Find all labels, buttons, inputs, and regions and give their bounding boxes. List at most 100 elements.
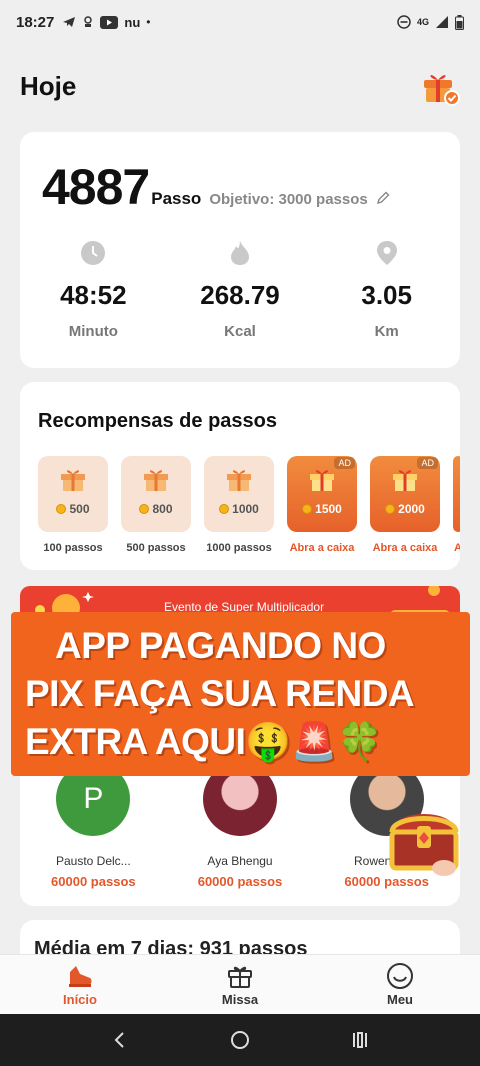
reward-coins: 2000 (398, 502, 425, 516)
reward-item-ad[interactable]: AD 2000 Abra a caixa (370, 456, 440, 554)
reward-item[interactable]: 800 500 passos (121, 456, 191, 554)
app-notification-icon (84, 16, 93, 27)
gift-box-icon (61, 470, 85, 491)
leader-name: Pausto Delc... (55, 854, 131, 868)
more-notifications-dot: • (146, 15, 151, 29)
system-nav-bar (0, 1014, 480, 1066)
gift-outline-icon (226, 962, 254, 990)
leader-steps: 60000 passos (51, 874, 136, 889)
gift-icon (424, 75, 460, 106)
coin-icon (219, 504, 230, 514)
back-icon[interactable] (106, 1026, 134, 1054)
reward-tile[interactable]: 800 (121, 456, 191, 532)
bottom-tab-bar: Início Missa Meu (0, 954, 480, 1014)
avatar-initial: P (83, 782, 104, 815)
battery-icon (455, 14, 464, 30)
reward-tile[interactable]: 1000 (204, 456, 274, 532)
steps-card: 4887 Passo Objetivo: 3000 passos 48:52 M… (20, 132, 460, 368)
steps-goal[interactable]: Objetivo: 3000 passos (209, 191, 390, 208)
smiley-icon (386, 962, 414, 990)
tab-label: Missa (221, 992, 259, 1007)
promo-overlay[interactable]: APP PAGANDO NO PIX FAÇA SUA RENDA EXTRA … (11, 612, 470, 776)
telegram-icon (63, 17, 76, 27)
promo-line-1: APP PAGANDO NO (55, 625, 386, 666)
page-title: Hoje (20, 70, 77, 101)
reward-coins: 1000 (232, 502, 259, 516)
status-bar: 18:27 nu • 4G (0, 0, 480, 44)
reward-item[interactable]: 1000 1000 passos (204, 456, 274, 554)
stat-distance: 3.05 Km (313, 240, 460, 340)
reward-tile[interactable]: 500 (38, 456, 108, 532)
status-time: 18:27 (16, 13, 55, 31)
tab-label: Início (63, 992, 97, 1007)
steps-unit: Passo (151, 189, 202, 208)
stat-calories-value: 268.79 (200, 280, 280, 310)
coin-icon (139, 504, 150, 514)
stat-calories: 268.79 Kcal (167, 240, 314, 340)
rewards-title: Recompensas de passos (38, 410, 277, 432)
home-icon[interactable] (226, 1026, 254, 1054)
activity-stats: 48:52 Minuto 268.79 Kcal 3.05 Km (20, 240, 460, 340)
reward-label: 500 passos (126, 542, 186, 554)
stat-time-value: 48:52 (60, 280, 127, 310)
youtube-icon (100, 15, 119, 29)
tab-missa[interactable]: Missa (160, 955, 320, 1014)
leaderboard-entry[interactable]: Aya Bhengu 60000 passos (167, 762, 314, 889)
promo-line-3: EXTRA AQUI🤑🚨🍀 (25, 721, 383, 762)
reward-coins: 1500 (315, 502, 342, 516)
steps-goal-text: Objetivo: 3000 passos (209, 191, 368, 208)
do-not-disturb-icon (397, 15, 411, 29)
gift-box-icon (310, 470, 334, 491)
treasure-chest-button[interactable] (386, 798, 462, 878)
step-rewards-card: Recompensas de passos 500 100 passos 800… (20, 382, 460, 570)
reward-tile-ad[interactable]: AD 2000 (370, 456, 440, 532)
gift-box-icon (144, 470, 168, 491)
running-shoe-icon (66, 962, 94, 990)
leader-name: Aya Bhengu (207, 854, 273, 868)
promo-line-2: PIX FAÇA SUA RENDA (25, 673, 415, 714)
recents-icon[interactable] (346, 1026, 374, 1054)
coin-icon (56, 504, 67, 514)
ad-badge: AD (334, 457, 355, 469)
tab-meu[interactable]: Meu (320, 955, 480, 1014)
page-header: Hoje (20, 66, 460, 106)
coin-icon (302, 504, 313, 514)
reward-coins: 500 (69, 502, 90, 516)
location-pin-icon (374, 240, 400, 266)
system-icons: 4G (397, 14, 464, 30)
treasure-chest-icon (389, 814, 459, 876)
ad-badge: AD (417, 457, 438, 469)
reward-label: Abra a caixa (372, 542, 438, 554)
clock-icon (80, 240, 106, 266)
stat-distance-value: 3.05 (361, 280, 412, 310)
reward-item-partial[interactable]: A (453, 456, 460, 554)
reward-tile-ad[interactable] (453, 456, 460, 532)
reward-label: A (454, 542, 460, 554)
stat-distance-label: Km (374, 323, 399, 340)
coin-icon (385, 504, 396, 514)
pencil-icon (376, 191, 390, 205)
reward-item[interactable]: 500 100 passos (38, 456, 108, 554)
gift-button[interactable] (420, 66, 460, 106)
reward-tile-ad[interactable]: AD 1500 (287, 456, 357, 532)
reward-label: Abra a caixa (289, 542, 355, 554)
reward-label: 1000 passos (206, 542, 272, 554)
signal-icon (436, 16, 448, 28)
notification-icons: nu • (62, 15, 150, 30)
stat-time-label: Minuto (68, 323, 118, 340)
leaderboard-entry[interactable]: P Pausto Delc... 60000 passos (20, 762, 167, 889)
rewards-list[interactable]: 500 100 passos 800 500 passos 1000 1000 … (38, 456, 460, 554)
steps-count: 4887 (42, 159, 150, 215)
leader-steps: 60000 passos (197, 874, 283, 889)
network-type: 4G (416, 17, 429, 27)
stat-time: 48:52 Minuto (20, 240, 167, 340)
flame-icon (227, 240, 253, 266)
stat-calories-label: Kcal (224, 323, 256, 340)
reward-coins: 800 (152, 502, 173, 516)
nubank-notification: nu (124, 14, 141, 30)
gift-box-icon (227, 470, 251, 491)
reward-label: 100 passos (43, 542, 103, 554)
tab-inicio[interactable]: Início (0, 955, 160, 1014)
reward-item-ad[interactable]: AD 1500 Abra a caixa (287, 456, 357, 554)
tab-label: Meu (387, 992, 413, 1007)
